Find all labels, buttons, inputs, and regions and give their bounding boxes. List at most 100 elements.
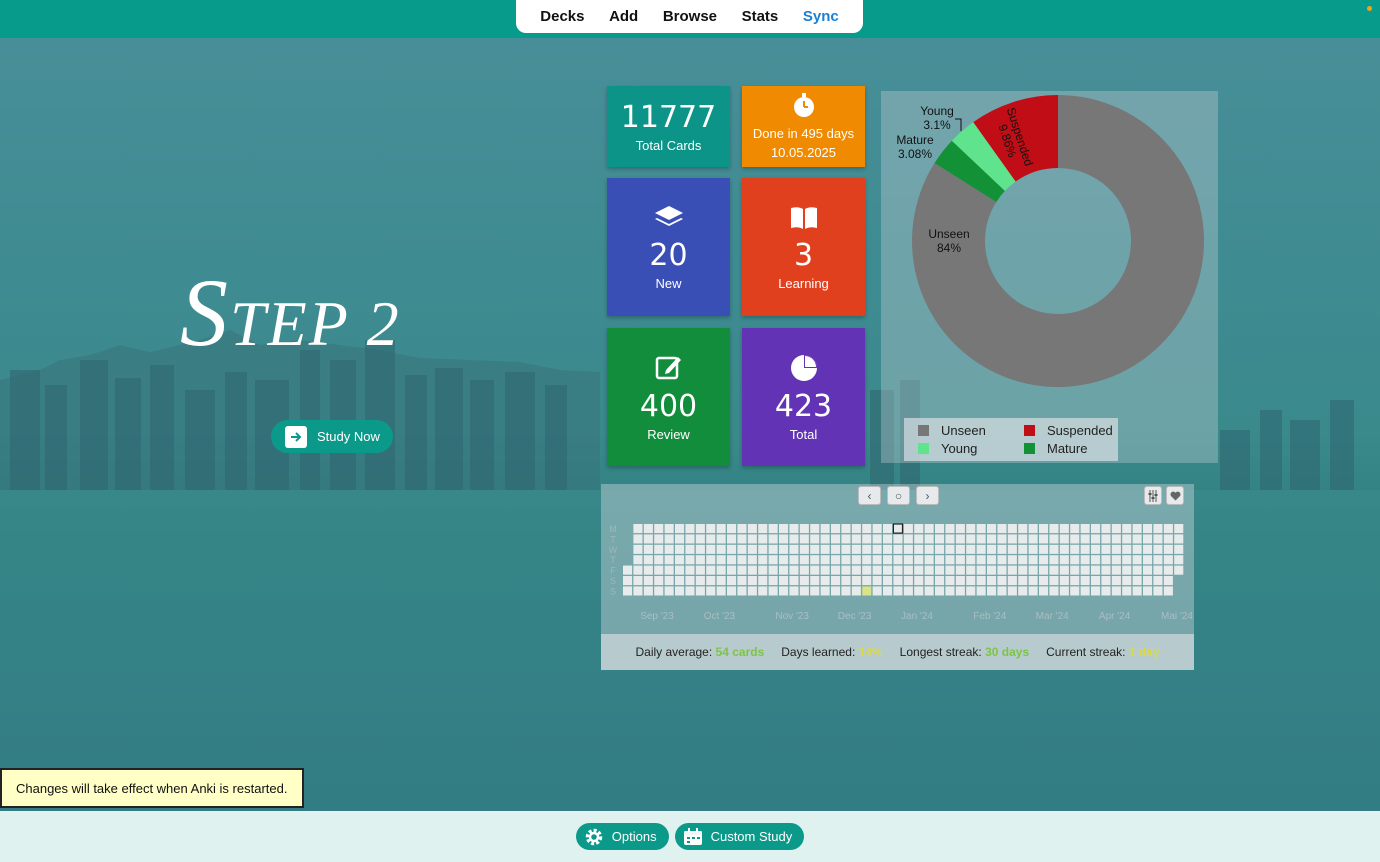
heatmap-day-cell[interactable] bbox=[987, 524, 997, 534]
heatmap-day-cell[interactable] bbox=[987, 586, 997, 596]
heatmap-day-cell[interactable] bbox=[799, 544, 809, 554]
heatmap-day-cell[interactable] bbox=[758, 524, 768, 534]
heatmap-day-cell[interactable] bbox=[1143, 534, 1153, 544]
heatmap-day-cell[interactable] bbox=[914, 565, 924, 575]
heatmap-day-cell[interactable] bbox=[966, 544, 976, 554]
heatmap-day-cell[interactable] bbox=[779, 524, 789, 534]
heatmap-day-cell[interactable] bbox=[903, 576, 913, 586]
heatmap-day-cell[interactable] bbox=[758, 534, 768, 544]
heatmap-day-cell[interactable] bbox=[935, 524, 945, 534]
heatmap-day-cell[interactable] bbox=[1007, 524, 1017, 534]
heatmap-day-cell[interactable] bbox=[1049, 576, 1059, 586]
heatmap-day-cell[interactable] bbox=[820, 524, 830, 534]
heatmap-day-cell[interactable] bbox=[1132, 586, 1142, 596]
heatmap-day-cell[interactable] bbox=[695, 586, 705, 596]
heatmap-day-cell[interactable] bbox=[1132, 555, 1142, 565]
heatmap-day-cell[interactable] bbox=[675, 576, 685, 586]
heatmap-day-cell[interactable] bbox=[903, 555, 913, 565]
heatmap-day-cell[interactable] bbox=[831, 586, 841, 596]
heatmap-day-cell[interactable] bbox=[1059, 586, 1069, 596]
sliders-icon[interactable] bbox=[1144, 486, 1162, 505]
heatmap-day-cell[interactable] bbox=[664, 586, 674, 596]
heatmap-day-cell[interactable] bbox=[820, 565, 830, 575]
heatmap-day-cell[interactable] bbox=[706, 565, 716, 575]
heatmap-day-cell[interactable] bbox=[1080, 534, 1090, 544]
heatmap-day-cell[interactable] bbox=[1101, 544, 1111, 554]
heatmap-day-cell[interactable] bbox=[789, 524, 799, 534]
heatmap-day-cell[interactable] bbox=[1028, 576, 1038, 586]
heatmap-day-cell[interactable] bbox=[820, 576, 830, 586]
heatmap-day-cell[interactable] bbox=[966, 565, 976, 575]
heatmap-day-cell[interactable] bbox=[1132, 576, 1142, 586]
heatmap-day-cell[interactable] bbox=[945, 576, 955, 586]
heatmap-day-cell[interactable] bbox=[1039, 534, 1049, 544]
heatmap-day-cell[interactable] bbox=[997, 555, 1007, 565]
heatmap-day-cell[interactable] bbox=[955, 544, 965, 554]
heatmap-next-button[interactable]: › bbox=[916, 486, 939, 505]
heatmap-day-cell[interactable] bbox=[727, 555, 737, 565]
heatmap-day-cell[interactable] bbox=[706, 524, 716, 534]
heatmap-day-cell[interactable] bbox=[955, 576, 965, 586]
heatmap-day-cell[interactable] bbox=[810, 534, 820, 544]
heatmap-day-cell[interactable] bbox=[685, 576, 695, 586]
heatmap-day-cell[interactable] bbox=[716, 555, 726, 565]
heatmap-day-cell[interactable] bbox=[716, 534, 726, 544]
heatmap-day-cell[interactable] bbox=[872, 524, 882, 534]
heatmap-day-cell[interactable] bbox=[727, 565, 737, 575]
heatmap-day-cell[interactable] bbox=[1007, 555, 1017, 565]
heatmap-day-cell[interactable] bbox=[654, 544, 664, 554]
heatmap-day-cell[interactable] bbox=[623, 565, 633, 575]
heatmap-day-cell[interactable] bbox=[924, 576, 934, 586]
heatmap-day-cell[interactable] bbox=[851, 576, 861, 586]
heatmap-day-cell[interactable] bbox=[747, 586, 757, 596]
heatmap-day-cell[interactable] bbox=[633, 534, 643, 544]
heatmap-day-cell[interactable] bbox=[1070, 565, 1080, 575]
heatmap-day-cell[interactable] bbox=[1091, 534, 1101, 544]
heatmap-day-cell[interactable] bbox=[727, 586, 737, 596]
heatmap-day-cell[interactable] bbox=[1080, 555, 1090, 565]
heatmap-day-cell[interactable] bbox=[758, 586, 768, 596]
heatmap-day-cell[interactable] bbox=[851, 544, 861, 554]
heatmap-day-cell[interactable] bbox=[955, 565, 965, 575]
heatmap-day-cell[interactable] bbox=[820, 534, 830, 544]
heatmap-day-cell[interactable] bbox=[935, 565, 945, 575]
heatmap-day-cell[interactable] bbox=[1143, 524, 1153, 534]
heatmap-day-cell[interactable] bbox=[789, 534, 799, 544]
heatmap-day-cell[interactable] bbox=[633, 524, 643, 534]
heatmap-day-cell[interactable] bbox=[945, 524, 955, 534]
heatmap-day-cell[interactable] bbox=[1163, 555, 1173, 565]
heatmap-day-cell[interactable] bbox=[737, 524, 747, 534]
heatmap-day-cell[interactable] bbox=[799, 586, 809, 596]
custom-study-button[interactable]: Custom Study bbox=[674, 823, 805, 850]
heatmap-day-cell[interactable] bbox=[1101, 576, 1111, 586]
heatmap-day-cell[interactable] bbox=[1153, 586, 1163, 596]
heatmap-day-cell[interactable] bbox=[1101, 524, 1111, 534]
heatmap-day-cell[interactable] bbox=[1049, 555, 1059, 565]
heatmap-day-cell[interactable] bbox=[1028, 565, 1038, 575]
heatmap-day-cell[interactable] bbox=[1039, 576, 1049, 586]
heatmap-day-cell[interactable] bbox=[810, 524, 820, 534]
heatmap-day-cell[interactable] bbox=[903, 586, 913, 596]
heatmap-day-cell[interactable] bbox=[997, 586, 1007, 596]
heatmap-day-cell[interactable] bbox=[643, 586, 653, 596]
nav-browse[interactable]: Browse bbox=[663, 8, 717, 25]
heatmap-day-cell[interactable] bbox=[716, 544, 726, 554]
heatmap-day-cell[interactable] bbox=[1018, 565, 1028, 575]
heatmap-day-cell[interactable] bbox=[893, 534, 903, 544]
heatmap-day-cell[interactable] bbox=[841, 544, 851, 554]
heatmap-day-cell[interactable] bbox=[1111, 534, 1121, 544]
heatmap-today-button[interactable]: ○ bbox=[887, 486, 910, 505]
nav-add[interactable]: Add bbox=[609, 8, 638, 25]
heatmap-day-cell[interactable] bbox=[799, 565, 809, 575]
heatmap-day-cell[interactable] bbox=[633, 555, 643, 565]
heatmap-day-cell[interactable] bbox=[1163, 586, 1173, 596]
heatmap-day-cell[interactable] bbox=[976, 576, 986, 586]
heatmap-day-cell[interactable] bbox=[799, 576, 809, 586]
heatmap-day-cell[interactable] bbox=[789, 586, 799, 596]
heatmap-day-cell[interactable] bbox=[851, 534, 861, 544]
heatmap-day-cell[interactable] bbox=[737, 534, 747, 544]
heatmap-day-cell[interactable] bbox=[1070, 586, 1080, 596]
heatmap-day-cell[interactable] bbox=[1163, 576, 1173, 586]
heatmap-day-cell[interactable] bbox=[810, 555, 820, 565]
heatmap-day-cell[interactable] bbox=[737, 544, 747, 554]
